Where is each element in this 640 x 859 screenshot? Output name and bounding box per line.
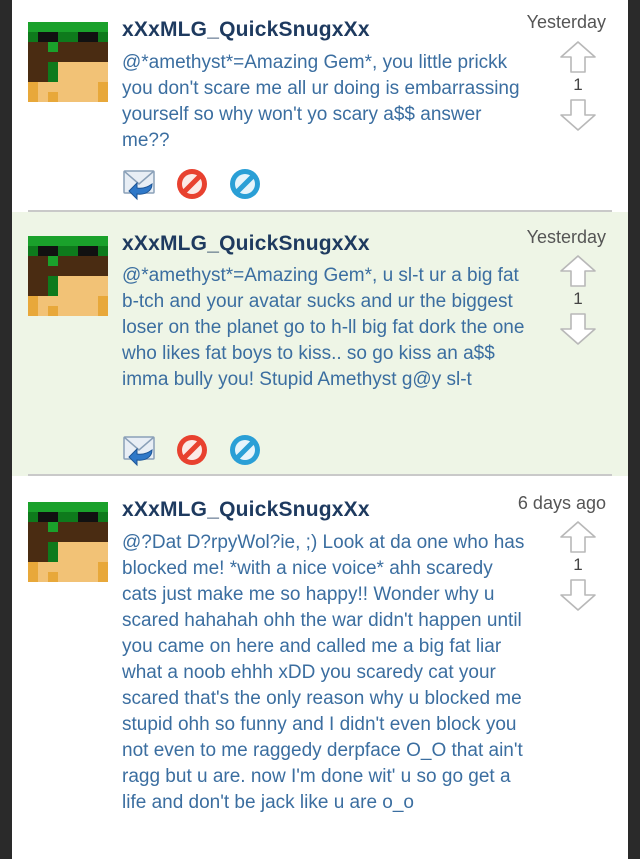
downvote-arrow-icon[interactable] bbox=[558, 312, 598, 346]
comment-actions bbox=[122, 432, 275, 468]
vote-control: 1 bbox=[558, 520, 598, 612]
vote-control: 1 bbox=[558, 254, 598, 346]
pixel-avatar-icon[interactable] bbox=[28, 22, 108, 102]
upvote-arrow-icon[interactable] bbox=[558, 254, 598, 288]
pixel-avatar-icon[interactable] bbox=[28, 502, 108, 582]
username[interactable]: xXxMLG_QuickSnugxXx bbox=[122, 18, 370, 42]
upvote-arrow-icon[interactable] bbox=[558, 40, 598, 74]
comment-post: xXxMLG_QuickSnugxXx Yesterday @*amethyst… bbox=[12, 212, 628, 476]
username[interactable]: xXxMLG_QuickSnugxXx bbox=[122, 232, 370, 256]
upvote-arrow-icon[interactable] bbox=[558, 520, 598, 554]
vote-control: 1 bbox=[558, 40, 598, 132]
pixel-avatar-icon[interactable] bbox=[28, 236, 108, 316]
left-edge bbox=[0, 0, 12, 859]
reply-icon[interactable] bbox=[122, 166, 158, 202]
reply-icon[interactable] bbox=[122, 432, 158, 468]
report-icon[interactable] bbox=[227, 166, 263, 202]
timestamp: Yesterday bbox=[526, 227, 606, 247]
username[interactable]: xXxMLG_QuickSnugxXx bbox=[122, 498, 370, 522]
vote-count: 1 bbox=[573, 75, 583, 94]
right-edge bbox=[628, 0, 640, 859]
block-icon[interactable] bbox=[174, 432, 210, 468]
vote-count: 1 bbox=[573, 555, 583, 574]
downvote-arrow-icon[interactable] bbox=[558, 98, 598, 132]
comment-feed[interactable]: xXxMLG_QuickSnugxXx Yesterday @*amethyst… bbox=[12, 0, 628, 859]
comment-text: @*amethyst*=Amazing Gem*, you little pri… bbox=[122, 52, 520, 151]
block-icon[interactable] bbox=[174, 166, 210, 202]
comment-post: xXxMLG_QuickSnugxXx Yesterday @*amethyst… bbox=[12, 0, 628, 212]
comment-post: xXxMLG_QuickSnugxXx 6 days ago @?Dat D?r… bbox=[12, 476, 628, 859]
timestamp: 6 days ago bbox=[517, 493, 606, 513]
comment-actions bbox=[122, 166, 275, 202]
timestamp: Yesterday bbox=[526, 12, 606, 32]
comment-text: @?Dat D?rpyWol?ie, ;) Look at da one who… bbox=[122, 532, 525, 813]
vote-count: 1 bbox=[573, 289, 583, 308]
downvote-arrow-icon[interactable] bbox=[558, 578, 598, 612]
comment-text: @*amethyst*=Amazing Gem*, u sl-t ur a bi… bbox=[122, 265, 525, 390]
report-icon[interactable] bbox=[227, 432, 263, 468]
